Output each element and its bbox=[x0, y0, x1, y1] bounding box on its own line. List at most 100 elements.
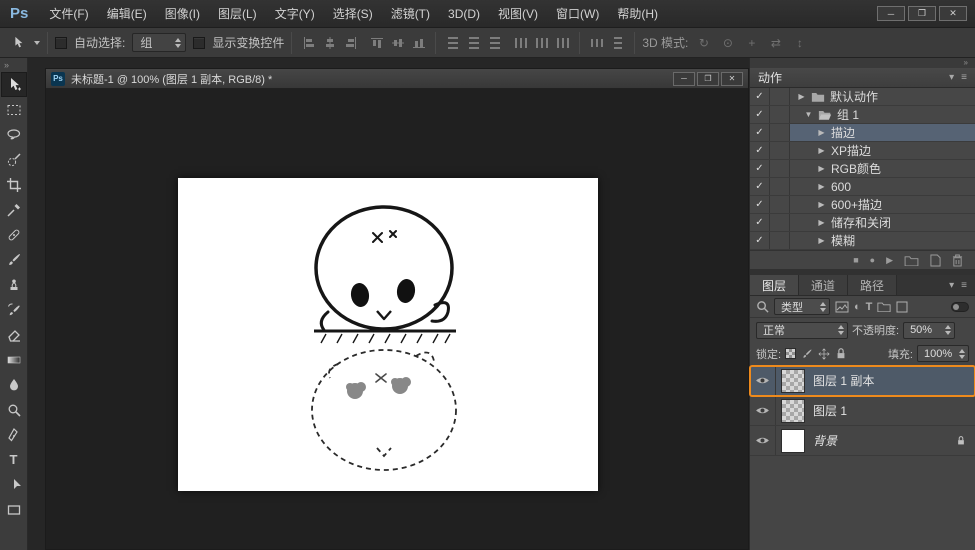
collapse-triangle-icon[interactable]: ▶ bbox=[817, 146, 826, 155]
auto-select-dropdown[interactable]: 组 bbox=[132, 33, 187, 52]
layers-panel-menu-icon[interactable]: ≡ bbox=[961, 280, 967, 291]
layer-visibility-toggle[interactable] bbox=[750, 426, 776, 455]
brush-tool[interactable] bbox=[1, 247, 27, 272]
action-check-toggle[interactable]: ✓ bbox=[750, 142, 770, 159]
action-row[interactable]: ✓ ▶ 600 bbox=[750, 178, 975, 196]
delete-trash-icon[interactable] bbox=[952, 254, 963, 267]
layer-thumbnail[interactable] bbox=[781, 398, 805, 423]
tool-preset-arrow[interactable] bbox=[34, 40, 40, 45]
3d-roll-icon[interactable]: ⊙ bbox=[719, 36, 736, 50]
eraser-tool[interactable] bbox=[1, 322, 27, 347]
blur-tool[interactable] bbox=[1, 372, 27, 397]
menu-view[interactable]: 视图(V) bbox=[489, 0, 547, 27]
align-bottom-button[interactable] bbox=[409, 33, 428, 52]
action-set-row[interactable]: ✓ ▶ 默认动作 bbox=[750, 88, 975, 106]
new-action-icon[interactable] bbox=[930, 254, 941, 267]
show-transform-checkbox[interactable] bbox=[193, 36, 206, 49]
maximize-button[interactable]: ❐ bbox=[908, 6, 936, 21]
actions-panel-arrow-icon[interactable]: ▾ bbox=[949, 72, 954, 83]
document-restore-button[interactable]: ❐ bbox=[697, 71, 719, 86]
action-row[interactable]: ✓ ▶ 模糊 bbox=[750, 232, 975, 250]
action-dialog-toggle[interactable] bbox=[770, 124, 790, 141]
align-left-button[interactable] bbox=[299, 33, 318, 52]
action-check-toggle[interactable]: ✓ bbox=[750, 106, 770, 123]
filter-group-icon[interactable] bbox=[877, 301, 891, 312]
menu-select[interactable]: 选择(S) bbox=[324, 0, 382, 27]
auto-select-checkbox[interactable] bbox=[55, 36, 67, 49]
menu-filter[interactable]: 滤镜(T) bbox=[382, 0, 439, 27]
distribute-right-button[interactable] bbox=[553, 33, 572, 52]
canvas[interactable] bbox=[46, 89, 748, 549]
action-row[interactable]: ✓ ▶ 储存和关闭 bbox=[750, 214, 975, 232]
dodge-tool[interactable] bbox=[1, 397, 27, 422]
collapse-triangle-icon[interactable]: ▶ bbox=[817, 164, 826, 173]
document-minimize-button[interactable]: ─ bbox=[673, 71, 695, 86]
actions-panel-menu-icon[interactable]: ≡ bbox=[961, 72, 967, 83]
clone-stamp-tool[interactable] bbox=[1, 272, 27, 297]
tool-preset-button[interactable] bbox=[8, 33, 27, 52]
menu-help[interactable]: 帮助(H) bbox=[608, 0, 667, 27]
opacity-dropdown[interactable]: 50% bbox=[903, 321, 956, 339]
action-dialog-toggle[interactable] bbox=[770, 160, 790, 177]
action-check-toggle[interactable]: ✓ bbox=[750, 178, 770, 195]
document-close-button[interactable]: ✕ bbox=[721, 71, 743, 86]
blend-mode-dropdown[interactable]: 正常 bbox=[756, 321, 848, 339]
spot-healing-brush-tool[interactable] bbox=[1, 222, 27, 247]
fill-dropdown[interactable]: 100% bbox=[917, 345, 969, 362]
gradient-tool[interactable] bbox=[1, 347, 27, 372]
background-layer-row[interactable]: 背景 bbox=[750, 426, 975, 456]
action-dialog-toggle[interactable] bbox=[770, 214, 790, 231]
action-dialog-toggle[interactable] bbox=[770, 232, 790, 249]
align-center-h-button[interactable] bbox=[320, 33, 339, 52]
minimize-button[interactable]: ─ bbox=[877, 6, 905, 21]
layer-visibility-toggle[interactable] bbox=[750, 366, 776, 395]
3d-scale-icon[interactable]: ↕ bbox=[791, 36, 808, 50]
filter-kind-dropdown[interactable]: 类型 bbox=[774, 298, 830, 315]
menu-file[interactable]: 文件(F) bbox=[40, 0, 97, 27]
action-set-row[interactable]: ✓ ▼ 组 1 bbox=[750, 106, 975, 124]
lock-all-icon[interactable] bbox=[835, 347, 847, 360]
close-button[interactable]: ✕ bbox=[939, 6, 967, 21]
action-row-selected[interactable]: ✓ ▶ 描边 bbox=[750, 124, 975, 142]
action-check-toggle[interactable]: ✓ bbox=[750, 196, 770, 213]
shape-tool[interactable] bbox=[1, 497, 27, 522]
action-row[interactable]: ✓ ▶ 600+描边 bbox=[750, 196, 975, 214]
collapse-triangle-icon[interactable]: ▶ bbox=[817, 200, 826, 209]
align-right-button[interactable] bbox=[341, 33, 360, 52]
action-dialog-toggle[interactable] bbox=[770, 88, 790, 105]
action-check-toggle[interactable]: ✓ bbox=[750, 160, 770, 177]
filter-type-icon[interactable]: T bbox=[866, 301, 873, 313]
filter-adjustment-icon[interactable]: ◐ bbox=[854, 301, 861, 313]
menu-3d[interactable]: 3D(D) bbox=[439, 0, 489, 27]
path-selection-tool[interactable] bbox=[1, 472, 27, 497]
type-tool[interactable]: T bbox=[1, 447, 27, 472]
distribute-h-spacing-button[interactable] bbox=[587, 33, 606, 52]
layer-row-selected[interactable]: 图层 1 副本 bbox=[749, 365, 975, 397]
action-dialog-toggle[interactable] bbox=[770, 196, 790, 213]
dock-collapse-chevrons[interactable]: » bbox=[750, 58, 975, 68]
lock-position-move-icon[interactable] bbox=[818, 348, 830, 360]
distribute-bottom-button[interactable] bbox=[485, 33, 504, 52]
eyedropper-tool[interactable] bbox=[1, 197, 27, 222]
history-brush-tool[interactable] bbox=[1, 297, 27, 322]
action-dialog-toggle[interactable] bbox=[770, 142, 790, 159]
3d-drag-icon[interactable]: + bbox=[743, 36, 760, 50]
distribute-v-spacing-button[interactable] bbox=[608, 33, 627, 52]
layer-thumbnail[interactable] bbox=[781, 428, 805, 453]
quick-selection-tool[interactable] bbox=[1, 147, 27, 172]
action-dialog-toggle[interactable] bbox=[770, 178, 790, 195]
action-row[interactable]: ✓ ▶ RGB颜色 bbox=[750, 160, 975, 178]
pen-tool[interactable] bbox=[1, 422, 27, 447]
align-middle-v-button[interactable] bbox=[388, 33, 407, 52]
crop-tool[interactable] bbox=[1, 172, 27, 197]
tab-paths[interactable]: 路径 bbox=[848, 275, 898, 295]
collapse-triangle-icon[interactable]: ▶ bbox=[797, 92, 806, 101]
collapse-triangle-icon[interactable]: ▶ bbox=[817, 128, 826, 137]
tab-layers[interactable]: 图层 bbox=[750, 275, 800, 295]
rectangular-marquee-tool[interactable] bbox=[1, 97, 27, 122]
canvas-artwork[interactable] bbox=[178, 178, 598, 491]
play-icon[interactable]: ▶ bbox=[886, 255, 893, 265]
stop-playing-icon[interactable]: ■ bbox=[853, 255, 858, 265]
distribute-left-button[interactable] bbox=[511, 33, 530, 52]
tab-channels[interactable]: 通道 bbox=[799, 275, 849, 295]
